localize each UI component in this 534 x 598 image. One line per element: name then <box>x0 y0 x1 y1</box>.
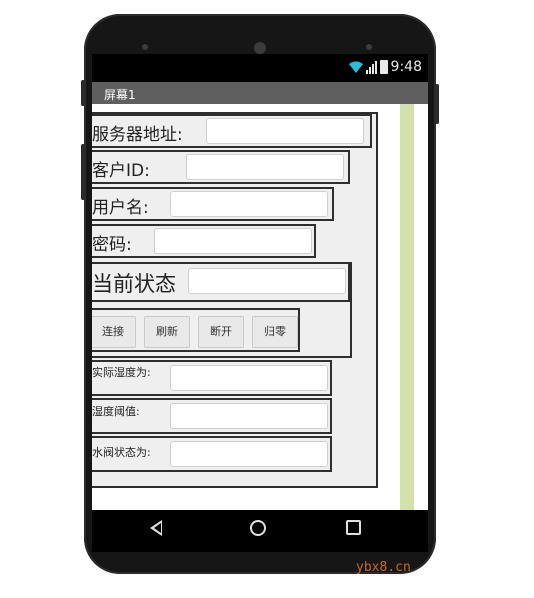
title-bar: 屏幕1 <box>92 82 428 104</box>
password-input[interactable] <box>154 228 312 254</box>
screen-title: 屏幕1 <box>104 88 136 102</box>
recent-apps-icon[interactable] <box>346 520 361 535</box>
actual-humidity-label: 实际湿度为: <box>92 366 151 379</box>
status-time: 9:48 <box>390 59 422 75</box>
humidity-threshold-input[interactable] <box>170 403 328 429</box>
power-button <box>435 84 439 124</box>
server-address-row: 服务器地址: <box>92 114 372 148</box>
client-id-label: 客户ID: <box>92 161 150 181</box>
status-panel: 当前状态 连接 刷新 断开 归零 <box>92 262 352 358</box>
actual-humidity-row: 实际湿度为: <box>92 360 332 396</box>
app-content: 服务器地址: 客户ID: 用户名: 密码: 当前状态 连接 刷新 断开 归零 实… <box>92 104 428 514</box>
client-id-row: 客户ID: <box>92 150 350 184</box>
button-row: 连接 刷新 断开 归零 <box>92 308 300 352</box>
proximity-sensor <box>366 44 372 50</box>
client-id-input[interactable] <box>186 154 344 180</box>
valve-status-label: 水阀状态为: <box>92 446 151 459</box>
username-input[interactable] <box>170 191 328 217</box>
valve-status-value <box>170 441 328 467</box>
wifi-icon <box>349 61 363 73</box>
phone-screen: 9:48 屏幕1 服务器地址: 客户ID: 用户名: 密码: 当前状态 连接 刷… <box>92 54 428 524</box>
reset-button[interactable]: 归零 <box>252 316 298 348</box>
current-status-label: 当前状态 <box>92 272 176 296</box>
front-sensor <box>142 44 148 50</box>
username-row: 用户名: <box>92 187 334 221</box>
connect-button[interactable]: 连接 <box>92 316 136 348</box>
navigation-bar <box>92 510 428 552</box>
front-camera <box>254 42 266 54</box>
password-label: 密码: <box>92 235 132 255</box>
volume-up-button <box>81 80 85 106</box>
side-strip <box>400 104 414 514</box>
current-status-row: 当前状态 <box>92 262 350 302</box>
phone-frame: 9:48 屏幕1 服务器地址: 客户ID: 用户名: 密码: 当前状态 连接 刷… <box>81 14 439 574</box>
humidity-threshold-label: 湿度阈值: <box>92 405 140 418</box>
valve-status-row: 水阀状态为: <box>92 436 332 472</box>
password-row: 密码: <box>92 224 316 258</box>
server-address-input[interactable] <box>206 118 364 144</box>
current-status-input[interactable] <box>188 268 346 294</box>
disconnect-button[interactable]: 断开 <box>198 316 244 348</box>
back-icon-inner <box>154 523 161 533</box>
humidity-threshold-row: 湿度阈值: <box>92 398 332 434</box>
watermark: ybx8.cn <box>356 560 411 575</box>
signal-icon <box>366 61 377 74</box>
refresh-button[interactable]: 刷新 <box>144 316 190 348</box>
status-bar: 9:48 <box>92 54 428 82</box>
home-icon[interactable] <box>250 520 266 536</box>
actual-humidity-value <box>170 365 328 391</box>
volume-down-button <box>81 144 85 200</box>
battery-icon <box>380 60 388 74</box>
server-address-label: 服务器地址: <box>92 125 183 145</box>
username-label: 用户名: <box>92 198 149 218</box>
